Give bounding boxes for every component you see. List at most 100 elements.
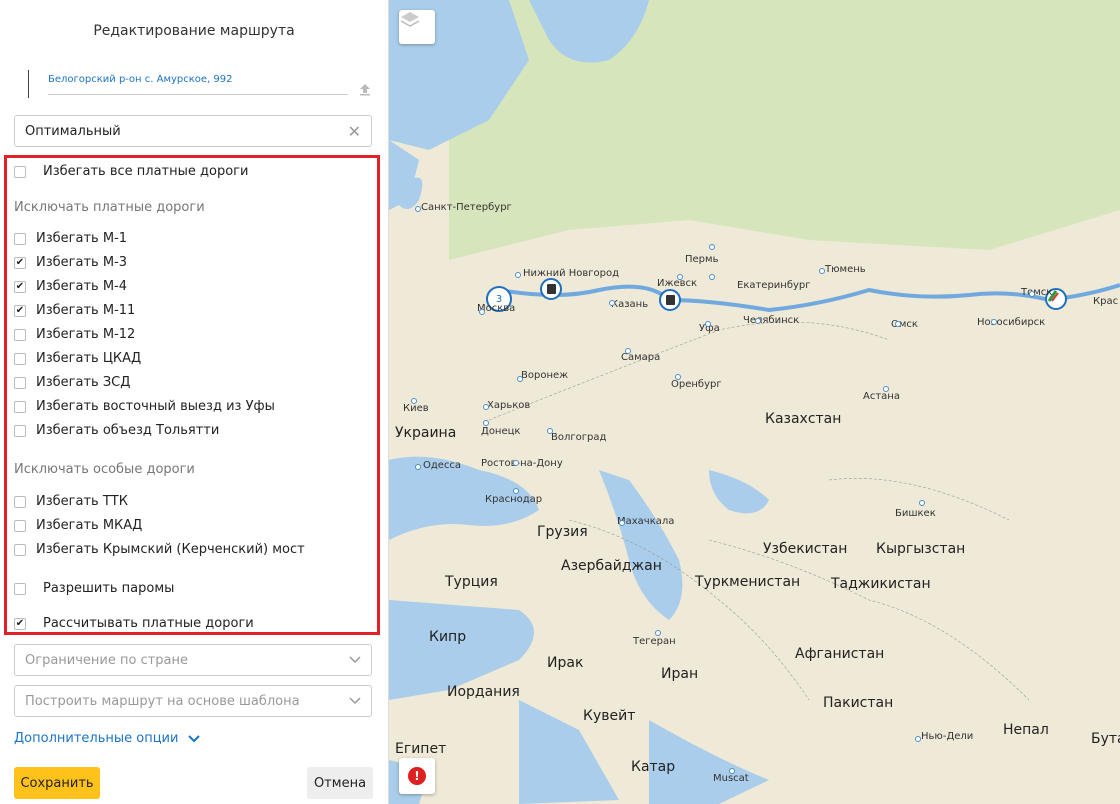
template-select[interactable]: Построить маршрут на основе шаблона bbox=[14, 685, 372, 717]
city-dot bbox=[411, 398, 417, 404]
city-label: Одесса bbox=[423, 460, 462, 471]
option-label: Избегать восточный выезд из Уфы bbox=[36, 399, 275, 414]
option-label: Избегать М-1 bbox=[36, 231, 127, 246]
toll-road-option[interactable]: Избегать ЗСД bbox=[14, 375, 130, 390]
country-label: Ирак bbox=[547, 655, 584, 671]
toll-road-option[interactable]: ✔ Избегать М-4 bbox=[14, 279, 127, 294]
country-label: Турция bbox=[445, 574, 498, 590]
country-label: Египет bbox=[395, 741, 447, 757]
panel-title: Редактирование маршрута bbox=[93, 23, 295, 39]
checkbox[interactable] bbox=[14, 400, 26, 413]
checkbox[interactable]: ✔ bbox=[14, 617, 26, 630]
fuel-station-marker[interactable] bbox=[540, 278, 562, 300]
chevron-down-icon bbox=[188, 734, 201, 742]
city-dot bbox=[709, 244, 715, 250]
city-dot bbox=[883, 386, 889, 392]
country-label: Афганистан bbox=[795, 646, 885, 662]
allow-ferries-option[interactable]: Разрешить паромы bbox=[14, 581, 174, 596]
checkbox[interactable] bbox=[14, 543, 26, 556]
more-options-link[interactable]: Дополнительные опции bbox=[14, 731, 201, 746]
city-dot bbox=[415, 206, 421, 212]
special-road-option[interactable]: Избегать ТТК bbox=[14, 494, 128, 509]
save-button[interactable]: Сохранить bbox=[14, 767, 100, 799]
more-options-label: Дополнительные опции bbox=[14, 731, 179, 746]
checkbox[interactable] bbox=[14, 519, 26, 532]
city-dot bbox=[619, 520, 625, 526]
city-dot bbox=[547, 428, 553, 434]
toll-road-option[interactable]: Избегать восточный выезд из Уфы bbox=[14, 399, 275, 414]
error-button[interactable]: ! bbox=[399, 758, 435, 794]
fuel-station-marker[interactable] bbox=[659, 289, 681, 311]
special-section-title: Исключать особые дороги bbox=[14, 462, 195, 477]
country-limit-select[interactable]: Ограничение по стране bbox=[14, 644, 372, 676]
option-label: Избегать все платные дороги bbox=[43, 164, 249, 179]
city-label: Волгоград bbox=[551, 432, 607, 443]
template-placeholder: Построить маршрут на основе шаблона bbox=[25, 693, 300, 709]
option-label: Избегать М-3 bbox=[36, 255, 127, 270]
country-label: Казахстан bbox=[765, 411, 842, 427]
address-row: Белогорский р-он с. Амурское, 992 bbox=[28, 64, 376, 100]
toll-road-option[interactable]: ✔ Избегать М-11 bbox=[14, 303, 135, 318]
map-view[interactable]: 3 Санкт-Петербург Нижний Новгород Пермь Мос… bbox=[389, 0, 1120, 804]
option-label: Избегать М-4 bbox=[36, 279, 127, 294]
option-label: Рассчитывать платные дороги bbox=[43, 616, 254, 631]
city-label: Тюмень bbox=[825, 264, 866, 275]
clear-icon[interactable]: ✕ bbox=[348, 122, 361, 141]
country-label: Туркменистан bbox=[695, 574, 801, 590]
city-label: Донецк bbox=[481, 426, 521, 437]
city-label: Санкт-Петербург bbox=[421, 202, 512, 213]
toll-road-option[interactable]: Избегать М-1 bbox=[14, 231, 127, 246]
route-edit-panel: Редактирование маршрута Белогорский р-он… bbox=[0, 0, 389, 804]
country-label: Украина bbox=[395, 425, 457, 441]
checkbox[interactable] bbox=[14, 232, 26, 245]
city-dot bbox=[483, 404, 489, 410]
option-label: Избегать ЦКАД bbox=[36, 351, 142, 366]
checkbox[interactable] bbox=[14, 582, 26, 595]
calc-toll-option[interactable]: ✔ Рассчитывать платные дороги bbox=[14, 616, 254, 631]
country-label: Катар bbox=[631, 759, 676, 775]
checkbox[interactable]: ✔ bbox=[14, 280, 26, 293]
checkbox[interactable] bbox=[14, 376, 26, 389]
country-label: Азербайджан bbox=[561, 558, 662, 574]
checkbox[interactable] bbox=[14, 165, 26, 178]
checkbox[interactable] bbox=[14, 352, 26, 365]
city-label: Оренбург bbox=[671, 379, 722, 390]
city-label: Нижний Новгород bbox=[523, 268, 620, 279]
special-road-option[interactable]: Избегать Крымский (Керченский) мост bbox=[14, 542, 305, 557]
route-mode-value: Оптимальный bbox=[25, 123, 121, 139]
special-road-option[interactable]: Избегать МКАД bbox=[14, 518, 142, 533]
toll-road-option[interactable]: Избегать объезд Тольятти bbox=[14, 423, 219, 438]
city-label: Казань bbox=[611, 299, 649, 310]
option-label: Избегать ТТК bbox=[36, 494, 128, 509]
cancel-button[interactable]: Отмена bbox=[307, 767, 373, 799]
toll-road-option[interactable]: ✔ Избегать М-3 bbox=[14, 255, 127, 270]
upload-icon[interactable] bbox=[358, 82, 372, 96]
toll-road-option[interactable]: Избегать М-12 bbox=[14, 327, 135, 342]
layers-icon bbox=[400, 12, 420, 27]
option-label: Разрешить паромы bbox=[43, 581, 175, 596]
country-label: Кипр bbox=[429, 629, 467, 645]
toll-road-option[interactable]: Избегать ЦКАД bbox=[14, 351, 141, 366]
city-dot bbox=[819, 268, 825, 274]
city-label: Махачкала bbox=[617, 516, 675, 527]
country-label: Грузия bbox=[537, 524, 588, 540]
country-limit-placeholder: Ограничение по стране bbox=[25, 652, 189, 668]
city-label: Астана bbox=[863, 391, 900, 402]
checkbox[interactable] bbox=[14, 495, 26, 508]
city-label: Челябинск bbox=[743, 315, 800, 326]
country-label: Бутан bbox=[1091, 731, 1120, 747]
checkbox[interactable]: ✔ bbox=[14, 304, 26, 317]
avoid-all-toll-option[interactable]: Избегать все платные дороги bbox=[14, 164, 248, 179]
chevron-down-icon bbox=[349, 656, 361, 664]
city-label: Новосибирск bbox=[977, 317, 1046, 328]
city-dot bbox=[415, 464, 421, 470]
checkbox[interactable] bbox=[14, 328, 26, 341]
address-text[interactable]: Белогорский р-он с. Амурское, 992 bbox=[48, 74, 233, 85]
checkbox[interactable] bbox=[14, 424, 26, 437]
layers-button[interactable] bbox=[399, 10, 435, 44]
city-dot bbox=[709, 274, 715, 280]
route-mode-field[interactable]: Оптимальный ✕ bbox=[14, 115, 372, 147]
city-label: Харьков bbox=[487, 400, 531, 411]
option-label: Избегать ЗСД bbox=[36, 375, 131, 390]
checkbox[interactable]: ✔ bbox=[14, 256, 26, 269]
